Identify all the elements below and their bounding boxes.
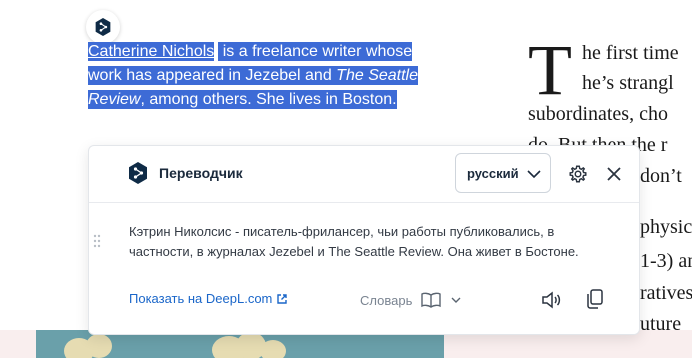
author-name-link[interactable]: Catherine Nichols [88, 43, 214, 60]
translation-text: Кэтрин Николсис - писатель-фрилансер, чь… [129, 224, 579, 259]
chevron-down-icon [526, 166, 542, 182]
article-text-line: physic [640, 216, 692, 238]
copy-button[interactable] [583, 287, 607, 311]
dictionary-label: Словарь [360, 292, 413, 308]
close-button[interactable] [603, 163, 625, 185]
show-on-deepl-label: Показать на DeepL.com [129, 291, 273, 306]
speaker-icon [542, 291, 561, 309]
article-text-line: 1-3) an [640, 250, 692, 272]
copy-icon [587, 289, 603, 309]
bio-text-part2: , among others. She lives in Boston. [140, 91, 397, 108]
dictionary-button[interactable]: Словарь [360, 291, 462, 309]
deepl-logo-icon [95, 18, 111, 36]
article-text-line: he first time [582, 42, 679, 64]
popup-header: Переводчик русский [89, 146, 639, 203]
target-language-select[interactable]: русский [455, 153, 551, 193]
settings-button[interactable] [567, 163, 589, 185]
drop-cap: T [528, 30, 572, 110]
chevron-down-icon [451, 297, 461, 303]
article-text-line: he’s strangl [582, 72, 674, 94]
article-text-line: uture [640, 313, 682, 335]
drag-handle-icon[interactable] [93, 234, 101, 248]
deepl-inline-button[interactable] [86, 10, 120, 44]
listen-button[interactable] [539, 288, 563, 312]
external-link-icon [277, 293, 288, 304]
article-text-line: ratives [640, 282, 692, 304]
article-text-line: don’t [640, 165, 682, 187]
show-on-deepl-link[interactable]: Показать на DeepL.com [129, 291, 288, 306]
author-bio-selected: Catherine Nichols is a freelance writer … [88, 40, 438, 112]
translator-title: Переводчик [159, 165, 243, 181]
translator-popup: Переводчик русский Кэтрин Николсис - пис… [88, 145, 640, 335]
deepl-logo-icon [127, 161, 149, 185]
gear-icon [569, 165, 587, 183]
close-icon [607, 167, 621, 181]
book-icon [421, 292, 442, 308]
target-language-value: русский [467, 165, 519, 181]
article-text-line: subordinates, cho [528, 103, 668, 125]
